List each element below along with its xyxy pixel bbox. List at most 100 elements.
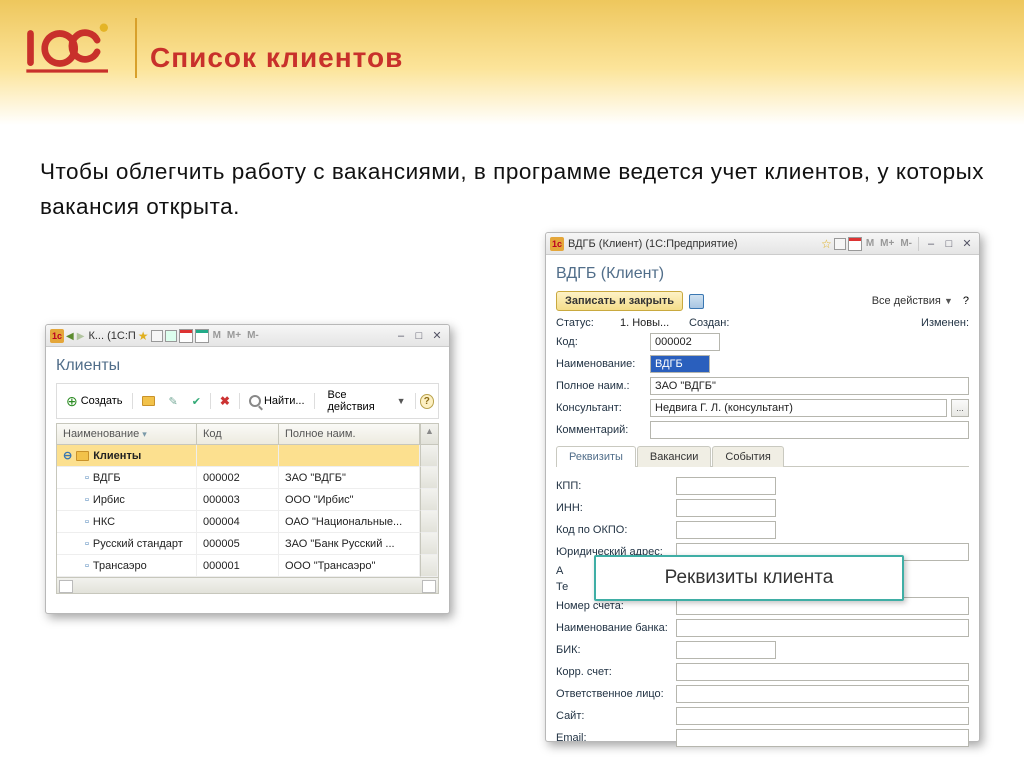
hscroll[interactable] [57, 577, 438, 593]
help-icon[interactable]: ? [420, 394, 435, 409]
email-field[interactable] [676, 729, 969, 747]
kpp-field[interactable] [676, 477, 776, 495]
titlebar[interactable]: 1c ◀ ▶ К... (1С:П ★ M M+ M- – □ ✕ [46, 325, 449, 347]
toolbar-icon-1[interactable] [834, 238, 846, 250]
toolbar-icon-2[interactable] [165, 330, 177, 342]
client-card-window: 1c ВДГБ (Клиент) (1С:Предприятие) ☆ M M+… [545, 232, 980, 742]
table-row[interactable]: ▫ Трансаэро000001ООО "Трансаэро" [57, 555, 438, 577]
all-actions-button[interactable]: Все действия ▼ [322, 387, 410, 415]
col-full[interactable]: Полное наим. [279, 424, 420, 445]
name-field[interactable] [650, 355, 710, 373]
maximize-icon[interactable]: □ [411, 328, 427, 344]
favorite-icon[interactable]: ☆ [821, 237, 832, 251]
maximize-icon[interactable]: □ [941, 236, 957, 252]
item-icon: ▫ [85, 516, 89, 528]
folder-icon [76, 451, 89, 461]
chevron-down-icon: ▼ [944, 296, 953, 306]
calendar-icon[interactable] [179, 329, 193, 343]
korr-label: Корр. счет: [556, 666, 676, 678]
create-button[interactable]: ⊕ Создать [61, 391, 128, 412]
bik-label: БИК: [556, 644, 676, 656]
inn-field[interactable] [676, 499, 776, 517]
titlebar[interactable]: 1c ВДГБ (Клиент) (1С:Предприятие) ☆ M M+… [546, 233, 979, 255]
created-label: Создан: [689, 317, 739, 329]
save-button[interactable]: Записать и закрыть [556, 291, 683, 311]
inn-label: ИНН: [556, 502, 676, 514]
fullname-field[interactable] [650, 377, 969, 395]
tab-vacancies[interactable]: Вакансии [637, 446, 712, 467]
slide-title: Список клиентов [150, 42, 403, 74]
item-icon: ▫ [85, 472, 89, 484]
table-row[interactable]: ▫ Ирбис000003ООО "Ирбис" [57, 489, 438, 511]
vscroll[interactable]: ▲ [420, 424, 438, 445]
window-title: ВДГБ (Клиент) (1С:Предприятие) [568, 238, 738, 250]
kpp-label: КПП: [556, 480, 676, 492]
item-icon: ▫ [85, 494, 89, 506]
status-value[interactable]: 1. Новы... [620, 317, 685, 329]
table-row[interactable]: ⊖Клиенты [57, 445, 438, 467]
site-field[interactable] [676, 707, 969, 725]
tab-requisites[interactable]: Реквизиты [556, 446, 636, 467]
collapse-icon[interactable]: ⊖ [63, 449, 72, 462]
create-label: Создать [81, 395, 123, 407]
col-name[interactable]: Наименование▾ [57, 424, 197, 445]
tabs: Реквизиты Вакансии События [556, 445, 969, 467]
app-icon: 1c [50, 329, 64, 343]
name-label: Наименование: [556, 358, 646, 370]
delete-button[interactable]: ✖ [215, 392, 235, 410]
logo-1c [18, 15, 118, 77]
fullname-label: Полное наим.: [556, 380, 646, 392]
minimize-icon[interactable]: – [923, 236, 939, 252]
bik-field[interactable] [676, 641, 776, 659]
page-title: ВДГБ (Клиент) [556, 265, 969, 283]
okpo-field[interactable] [676, 521, 776, 539]
calendar2-icon[interactable] [195, 329, 209, 343]
col-code[interactable]: Код [197, 424, 279, 445]
mem-mminus[interactable]: M- [245, 330, 261, 341]
clients-table: Наименование▾ Код Полное наим. ▲ ⊖Клиент… [56, 423, 439, 594]
table-row[interactable]: ▫ НКС000004ОАО "Национальные... [57, 511, 438, 533]
toolbar: ⊕ Создать ✎ ✔ ✖ Найти... Все действия ▼ … [56, 383, 439, 419]
find-label: Найти... [264, 395, 305, 407]
consultant-field[interactable] [650, 399, 947, 417]
all-actions-button[interactable]: Все действия ▼ [872, 295, 953, 307]
calendar-icon[interactable] [848, 237, 862, 251]
mem-mplus[interactable]: M+ [878, 238, 896, 249]
add-folder-button[interactable] [137, 394, 160, 408]
mem-m[interactable]: M [864, 238, 876, 249]
nav-back-forward[interactable]: ◀ ▶ [66, 330, 84, 342]
page-title: Клиенты [56, 357, 439, 375]
mem-m[interactable]: M [211, 330, 223, 341]
email-label: Email: [556, 732, 676, 744]
slide-body: Чтобы облегчить работу с вакансиями, в п… [40, 155, 984, 225]
minimize-icon[interactable]: – [393, 328, 409, 344]
callout-requisites: Реквизиты клиента [594, 555, 904, 601]
comment-field[interactable] [650, 421, 969, 439]
toolbar-icon-1[interactable] [151, 330, 163, 342]
find-button[interactable]: Найти... [244, 393, 310, 409]
comment-label: Комментарий: [556, 424, 646, 436]
table-row[interactable]: ▫ ВДГБ000002ЗАО "ВДГБ" [57, 467, 438, 489]
resp-field[interactable] [676, 685, 969, 703]
back-icon[interactable]: ◀ [66, 331, 74, 342]
forward-icon[interactable]: ▶ [77, 331, 85, 342]
edit-button[interactable]: ✔ [187, 393, 206, 410]
help-icon[interactable]: ? [963, 295, 969, 307]
favorite-icon[interactable]: ★ [138, 329, 149, 343]
requisites-panel: КПП: ИНН: Код по ОКПО: Юридический адрес… [556, 467, 969, 757]
bank-label: Наименование банка: [556, 622, 676, 634]
mem-mminus[interactable]: M- [898, 238, 914, 249]
changed-label: Изменен: [909, 317, 969, 329]
close-icon[interactable]: ✕ [959, 236, 975, 252]
mem-mplus[interactable]: M+ [225, 330, 243, 341]
close-icon[interactable]: ✕ [429, 328, 445, 344]
tab-events[interactable]: События [712, 446, 783, 467]
disk-icon[interactable] [689, 294, 704, 309]
code-field[interactable] [650, 333, 720, 351]
table-row[interactable]: ▫ Русский стандарт000005ЗАО "Банк Русски… [57, 533, 438, 555]
copy-button[interactable]: ✎ [164, 393, 183, 410]
select-button[interactable]: ... [951, 399, 969, 417]
resp-label: Ответственное лицо: [556, 688, 676, 700]
bank-field[interactable] [676, 619, 969, 637]
korr-field[interactable] [676, 663, 969, 681]
